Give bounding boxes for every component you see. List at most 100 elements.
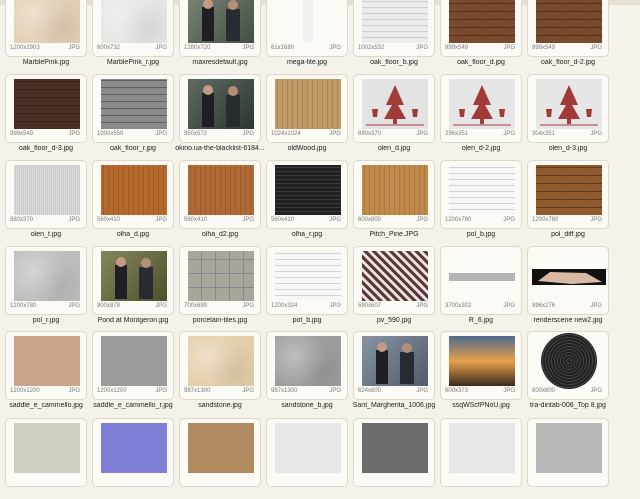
thumbnail-meta: 600x600 JPG xyxy=(532,388,604,397)
file-name-label[interactable]: pv_590.jpg xyxy=(348,317,440,327)
file-name-label[interactable]: okino.ua-the-blacklist-6184... xyxy=(174,145,266,155)
file-name-label[interactable]: olen_d-2.jpg xyxy=(435,145,527,155)
file-name-label[interactable]: renderscene new2.jpg xyxy=(522,317,614,327)
file-name-label[interactable]: sandstone.jpg xyxy=(174,402,266,412)
file-name-label[interactable]: pol_r.jpg xyxy=(0,317,92,327)
file-name-label[interactable]: olha_r.jpg xyxy=(261,231,353,241)
file-thumbnail-tile[interactable] xyxy=(527,418,609,487)
thumbnail-meta: 1200x780 JPG xyxy=(10,303,82,312)
file-thumbnail-tile[interactable]: 560x410 JPG xyxy=(92,160,174,229)
file-name-label[interactable]: mega-lite.jpg xyxy=(261,59,353,69)
thumbnail-image xyxy=(275,79,341,129)
file-name-label[interactable]: maxresdefault.jpg xyxy=(174,59,266,69)
file-thumbnail-tile[interactable]: 600x373 JPG xyxy=(440,331,522,400)
file-name-label[interactable]: Pitch_Pine.JPG xyxy=(348,231,440,241)
thumbnail-meta: 304x351 JPG xyxy=(532,131,604,140)
file-thumbnail-tile[interactable]: 987x1300 JPG xyxy=(266,331,348,400)
file-thumbnail-tile[interactable]: 624x600 JPG xyxy=(353,331,435,400)
file-thumbnail-tile[interactable]: 590x607 JPG xyxy=(353,246,435,315)
file-thumbnail-tile[interactable]: 304x351 JPG xyxy=(527,74,609,143)
file-name-label[interactable]: olen_d.jpg xyxy=(348,145,440,155)
file-thumbnail-tile[interactable]: 880x370 JPG xyxy=(353,74,435,143)
file-thumbnail-tile[interactable]: 1200x780 JPG xyxy=(527,160,609,229)
file-name-label[interactable]: oak_floor_d-3.jpg xyxy=(0,145,92,155)
file-name-label[interactable] xyxy=(435,489,527,499)
file-thumbnail-tile[interactable]: 560x410 JPG xyxy=(179,160,261,229)
file-name-label[interactable]: olen_d-3.jpg xyxy=(522,145,614,155)
thumbnail-image xyxy=(362,423,428,473)
file-name-label[interactable]: pol_b.jpg xyxy=(435,231,527,241)
file-thumbnail-tile[interactable]: 560x410 JPG xyxy=(266,160,348,229)
file-thumbnail-tile[interactable]: 296x351 JPG xyxy=(440,74,522,143)
file-name-label[interactable]: R_6.jpg xyxy=(435,317,527,327)
file-thumbnail-tile[interactable] xyxy=(92,418,174,487)
file-thumbnail-tile[interactable] xyxy=(440,418,522,487)
file-thumbnail-tile[interactable]: 1200x780 JPG xyxy=(5,246,87,315)
file-name-label[interactable] xyxy=(261,489,353,499)
file-thumbnail-tile[interactable]: 999x549 JPG xyxy=(5,74,87,143)
thumbnail-grid[interactable]: 1200x1903 JPG MarblePink.jpg 600x732 JPG Marb… xyxy=(0,0,640,487)
file-thumbnail-tile[interactable]: 1002x532 JPG xyxy=(353,0,435,57)
file-thumbnail-tile[interactable]: 600x732 JPG xyxy=(92,0,174,57)
file-thumbnail-tile[interactable]: 600x600 JPG xyxy=(527,331,609,400)
file-name-label[interactable]: pot_b.jpg xyxy=(261,317,353,327)
file-type: JPG xyxy=(503,217,515,223)
file-thumbnail-tile[interactable]: 987x1300 JPG xyxy=(179,331,261,400)
thumbnail-image xyxy=(101,79,167,129)
file-thumbnail-tile[interactable]: 999x549 JPG xyxy=(440,0,522,57)
file-type: JPG xyxy=(242,388,254,394)
file-name-label[interactable]: saddle_e_cammello_r.jpg xyxy=(87,402,179,412)
file-thumbnail-tile[interactable]: 700x699 JPG xyxy=(179,246,261,315)
file-thumbnail-tile[interactable]: 880x370 JPG xyxy=(5,160,87,229)
file-name-label[interactable]: olha_d.jpg xyxy=(87,231,179,241)
file-name-label[interactable]: ssqWScfPNoU.jpg xyxy=(435,402,527,412)
file-thumbnail-tile[interactable]: 61x1680 JPG xyxy=(266,0,348,57)
file-name-label[interactable]: oak_floor_b.jpg xyxy=(348,59,440,69)
file-name-label[interactable] xyxy=(522,489,614,499)
file-name-label[interactable] xyxy=(87,489,179,499)
file-name-label[interactable]: saddle_e_cammello.jpg xyxy=(0,402,92,412)
file-name-label[interactable] xyxy=(0,489,92,499)
file-thumbnail-tile[interactable] xyxy=(266,418,348,487)
file-name-label[interactable]: MarblePink_r.jpg xyxy=(87,59,179,69)
file-thumbnail-tile[interactable]: 1200x1200 JPG xyxy=(5,331,87,400)
thumbnail-image xyxy=(14,0,80,43)
file-name-label[interactable]: oak_floor_r.jpg xyxy=(87,145,179,155)
file-thumbnail-tile[interactable]: 600x800 JPG xyxy=(353,160,435,229)
file-thumbnail-tile[interactable]: 900x878 JPG xyxy=(92,246,174,315)
file-thumbnail-tile[interactable]: 1200x1200 JPG xyxy=(92,331,174,400)
file-thumbnail-tile[interactable]: 1200x324 JPG xyxy=(266,246,348,315)
file-name-label[interactable]: Sant_Margherita_1006.jpg xyxy=(348,402,440,412)
file-thumbnail-tile[interactable]: 1000x550 JPG xyxy=(92,74,174,143)
file-name-label[interactable]: oak_floor_d-2.jpg xyxy=(522,59,614,69)
file-thumbnail-tile[interactable]: 1280x720 JPG xyxy=(179,0,261,57)
thumbnail-meta: 1200x780 JPG xyxy=(532,217,604,226)
file-name-label[interactable]: oldWood.jpg xyxy=(261,145,353,155)
file-type: JPG xyxy=(590,131,602,137)
file-thumbnail-tile[interactable]: 1024x1024 JPG xyxy=(266,74,348,143)
file-name-label[interactable] xyxy=(348,489,440,499)
file-name-label[interactable]: olha_d2.jpg xyxy=(174,231,266,241)
file-name-label[interactable]: olen_t.jpg xyxy=(0,231,92,241)
file-name-label[interactable]: tra-dintab-006_Top 8.jpg xyxy=(522,402,614,412)
file-name-label[interactable] xyxy=(174,489,266,499)
file-thumbnail-tile[interactable]: 996x276 JPG xyxy=(527,246,609,315)
file-name-label[interactable]: Pond at Montgeron.jpg xyxy=(87,317,179,327)
file-name-label[interactable]: pol_diff.jpg xyxy=(522,231,614,241)
file-thumbnail-tile[interactable]: 999x549 JPG xyxy=(527,0,609,57)
file-thumbnail-tile[interactable]: 1200x1903 JPG xyxy=(5,0,87,57)
file-thumbnail-tile[interactable] xyxy=(179,418,261,487)
image-dimensions: 1200x780 xyxy=(445,217,472,223)
file-thumbnail-tile[interactable] xyxy=(5,418,87,487)
thumbnail-image xyxy=(449,165,515,215)
file-type: JPG xyxy=(590,45,602,51)
file-name-label[interactable]: sandstone_b.jpg xyxy=(261,402,353,412)
thumbnail-meta: 880x370 JPG xyxy=(10,217,82,226)
file-name-label[interactable]: porcelain-tiles.jpg xyxy=(174,317,266,327)
file-thumbnail-tile[interactable]: 3700x302 JPG xyxy=(440,246,522,315)
file-thumbnail-tile[interactable]: 1200x780 JPG xyxy=(440,160,522,229)
file-thumbnail-tile[interactable] xyxy=(353,418,435,487)
file-name-label[interactable]: MarblePink.jpg xyxy=(0,59,92,69)
file-thumbnail-tile[interactable]: 950x572 JPG xyxy=(179,74,261,143)
file-name-label[interactable]: oak_floor_d.jpg xyxy=(435,59,527,69)
